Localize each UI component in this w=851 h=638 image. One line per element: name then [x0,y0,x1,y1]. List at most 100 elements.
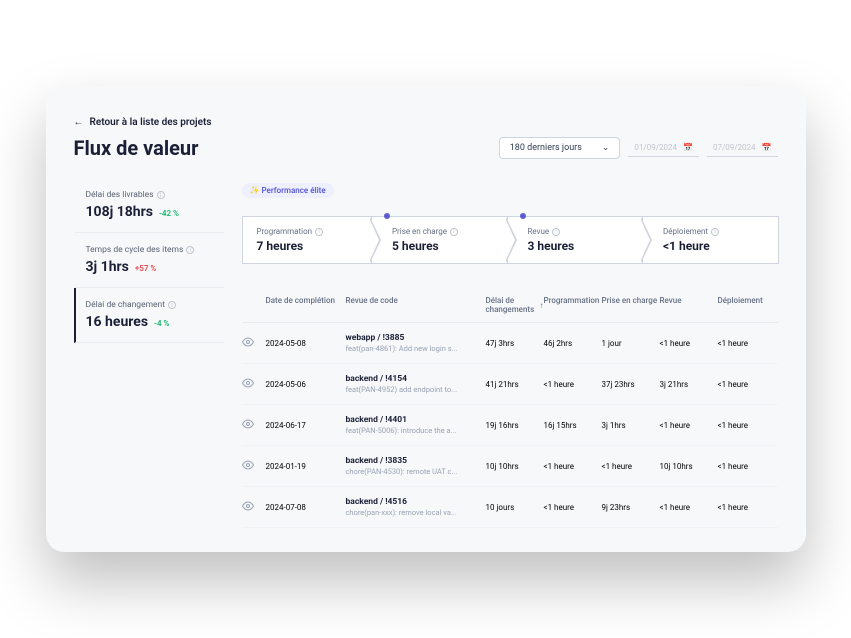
metric-change-lead-time[interactable]: Délai de changement i 16 heures -4 % [74,288,224,343]
review-subtitle: feat(PAN-4952) add endpoint to... [346,385,486,394]
col-review[interactable]: Revue de code [346,296,486,314]
cell-revue: <1 heure [660,339,718,348]
metric-label: Délai de changement i [86,300,214,310]
calendar-icon: 📅 [683,143,693,152]
cell-deploy: <1 heure [718,380,776,389]
metric-value: 3j 1hrs +57 % [86,259,214,275]
cell-prise: 9j 23hrs [602,503,660,512]
info-icon: i [315,228,323,236]
metric-label: Temps de cycle des items i [86,245,214,255]
cell-prise: 3j 1hrs [602,421,660,430]
cell-prog: <1 heure [544,380,602,389]
metric-value: 108j 18hrs -42 % [86,204,214,220]
review-title: backend / !4516 [346,497,486,507]
review-title: backend / !4154 [346,374,486,384]
review-title: backend / !4401 [346,415,486,425]
date-to-value: 07/09/2024 [713,143,756,152]
main-area: ✨ Performance élite Programmation i 7 he… [224,178,778,528]
stage-pickup[interactable]: Prise en charge i 5 heures [371,216,508,264]
metric-lead-time[interactable]: Délai des livrables i 108j 18hrs -42 % [74,178,224,233]
cell-revue: 10j 10hrs [660,462,718,471]
stage-value: 7 heures [257,239,358,253]
app-frame: ← Retour à la liste des projets Flux de … [46,86,806,552]
metric-delta: +57 % [135,264,156,273]
performance-badge: ✨ Performance élite [242,183,334,198]
eye-icon[interactable] [242,418,266,432]
col-deploy[interactable]: Déploiement [718,296,776,314]
cell-delai: 19j 16hrs [486,421,544,430]
cell-deploy: <1 heure [718,462,776,471]
table-row[interactable]: 2024-01-19 backend / !3835 chore(PAN-453… [242,446,778,487]
stage-label: Programmation i [257,227,358,236]
cell-date: 2024-05-06 [266,380,346,389]
table-row[interactable]: 2024-07-08 backend / !4516 chore(pan-xxx… [242,487,778,528]
cell-revue: <1 heure [660,503,718,512]
stage-value: <1 heure [663,239,764,253]
info-icon: i [450,228,458,236]
eye-icon[interactable] [242,500,266,514]
stage-label: Prise en charge i [392,227,493,236]
cell-prise: 37j 23hrs [602,380,660,389]
eye-icon[interactable] [242,377,266,391]
col-prise[interactable]: Prise en charge [602,296,660,314]
page-title: Flux de valeur [74,136,199,160]
cell-review: backend / !4401 feat(PAN-5006): introduc… [346,415,486,435]
metrics-sidebar: Délai des livrables i 108j 18hrs -42 % T… [74,178,224,528]
cell-review: webapp / !3885 feat(pan-4861): Add new l… [346,333,486,353]
col-date[interactable]: Date de complétion [266,296,346,314]
stage-review[interactable]: Revue i 3 heures [507,216,644,264]
cell-review: backend / !4154 feat(PAN-4952) add endpo… [346,374,486,394]
cell-review: backend / !4516 chore(pan-xxx): remove l… [346,497,486,517]
period-dropdown[interactable]: 180 derniers jours ⌄ [499,137,621,159]
cell-deploy: <1 heure [718,339,776,348]
cell-prog: <1 heure [544,462,602,471]
col-revue[interactable]: Revue [660,296,718,314]
chevron-down-icon: ⌄ [602,143,610,153]
review-title: backend / !3835 [346,456,486,466]
info-icon: i [157,191,165,199]
metric-delta: -42 % [159,209,179,218]
date-from-input[interactable]: 01/09/2024 📅 [628,139,699,157]
table-row[interactable]: 2024-05-08 webapp / !3885 feat(pan-4861)… [242,323,778,364]
table-row[interactable]: 2024-06-17 backend / !4401 feat(PAN-5006… [242,405,778,446]
cell-delai: 10j 10hrs [486,462,544,471]
col-delai[interactable]: Délai de changements ↑ [486,296,544,314]
table-header: Date de complétion Revue de code Délai d… [242,288,778,323]
stage-value: 5 heures [392,239,493,253]
info-icon: i [711,228,719,236]
back-link[interactable]: ← Retour à la liste des projets [74,117,212,128]
metric-cycle-time[interactable]: Temps de cycle des items i 3j 1hrs +57 % [74,233,224,288]
cell-revue: <1 heure [660,421,718,430]
stage-programming[interactable]: Programmation i 7 heures [242,216,373,264]
review-subtitle: feat(PAN-5006): introduce the a... [346,426,486,435]
eye-icon[interactable] [242,459,266,473]
col-prog[interactable]: Programmation [544,296,602,314]
cell-delai: 41j 21hrs [486,380,544,389]
info-icon: i [186,246,194,254]
cell-prog: 16j 15hrs [544,421,602,430]
metric-value: 16 heures -4 % [86,314,214,330]
pipeline: Programmation i 7 heures Prise en charge… [242,216,778,264]
cell-deploy: <1 heure [718,421,776,430]
content-row: Délai des livrables i 108j 18hrs -42 % T… [74,178,778,528]
arrow-left-icon: ← [74,117,84,128]
calendar-icon: 📅 [762,143,772,152]
stage-deploy[interactable]: Déploiement i <1 heure [642,216,779,264]
table-row[interactable]: 2024-05-06 backend / !4154 feat(PAN-4952… [242,364,778,405]
metric-delta: -4 % [154,319,169,328]
date-to-input[interactable]: 07/09/2024 📅 [707,139,778,157]
cell-date: 2024-05-08 [266,339,346,348]
review-subtitle: feat(pan-4861): Add new login s... [346,344,486,353]
cell-prog: 46j 2hrs [544,339,602,348]
cell-prog: <1 heure [544,503,602,512]
cell-delai: 10 jours [486,503,544,512]
eye-icon[interactable] [242,336,266,350]
date-from-value: 01/09/2024 [634,143,677,152]
cell-delai: 47j 3hrs [486,339,544,348]
period-dropdown-label: 180 derniers jours [510,143,582,153]
stage-value: 3 heures [528,239,629,253]
metric-label: Délai des livrables i [86,190,214,200]
cell-review: backend / !3835 chore(PAN-4530): remote … [346,456,486,476]
header-row: Flux de valeur 180 derniers jours ⌄ 01/0… [74,136,778,160]
stage-label: Revue i [528,227,629,236]
